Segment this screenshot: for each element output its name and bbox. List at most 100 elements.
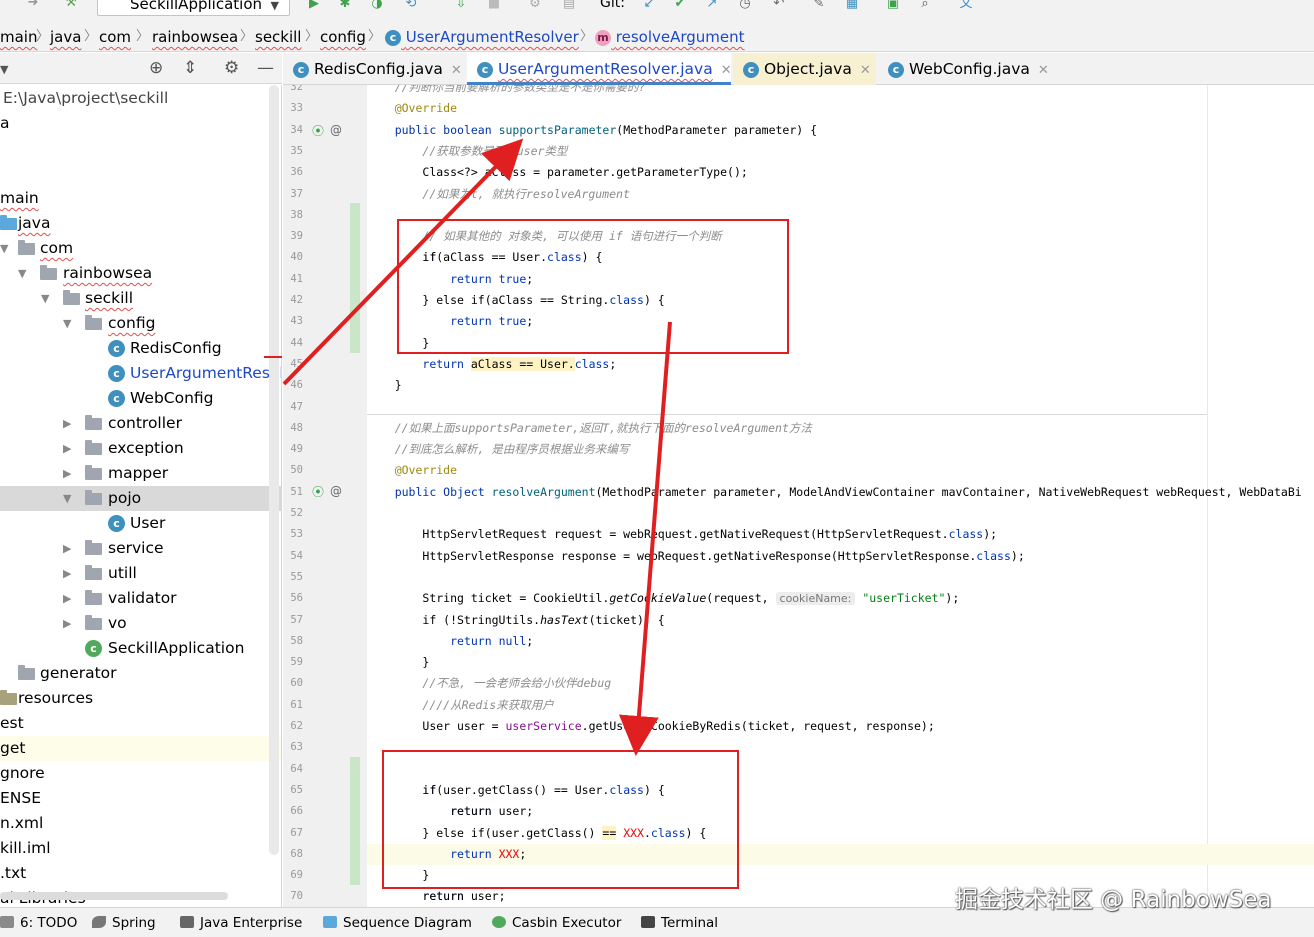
tree-item-mapper[interactable]: ▶ mapper xyxy=(0,461,281,486)
breadcrumb-class[interactable]: c UserArgumentResolver xyxy=(385,22,579,52)
chevron-right-icon[interactable]: ▶ xyxy=(63,586,75,611)
chevron-right-icon[interactable]: ▶ xyxy=(63,536,75,561)
tree-item-test[interactable]: est xyxy=(0,711,281,736)
code-line-36[interactable]: Class<?> aClass = parameter.getParameter… xyxy=(367,162,1314,183)
tab-redisconfig[interactable]: c RedisConfig.java ✕ xyxy=(283,53,463,85)
stop-icon[interactable]: ■ xyxy=(485,0,503,11)
code-line-45[interactable]: return aClass == User.class; xyxy=(367,354,1314,375)
annotation-icon[interactable]: @ xyxy=(330,123,342,137)
annotation-icon[interactable]: @ xyxy=(330,484,342,498)
tree-item-txt[interactable]: .txt xyxy=(0,861,281,886)
chevron-down-icon[interactable]: ▼ xyxy=(0,61,8,79)
tree-item-java[interactable]: java xyxy=(0,211,281,236)
chevron-right-icon[interactable]: ▶ xyxy=(63,461,75,486)
chevron-down-icon[interactable]: ▼ xyxy=(18,261,30,286)
tab-userargumentresolver[interactable]: c UserArgumentResolver.java ✕ xyxy=(467,53,732,85)
tool-sequence-diagram[interactable]: Sequence Diagram xyxy=(323,908,472,937)
run-icon[interactable]: ▶ xyxy=(305,0,323,11)
coverage-icon[interactable]: ◑ xyxy=(368,0,386,11)
profile-icon[interactable]: ⟲ xyxy=(402,0,420,11)
tool-casbin-executor[interactable]: Casbin Executor xyxy=(492,908,621,937)
breadcrumb-java[interactable]: java xyxy=(50,22,81,52)
close-icon[interactable]: ✕ xyxy=(721,63,732,78)
breadcrumb-com[interactable]: com xyxy=(99,22,131,52)
tree-item-generator[interactable]: generator xyxy=(0,661,281,686)
history-icon[interactable]: ◷ xyxy=(736,0,754,11)
build-hammer-icon[interactable]: ⚒ xyxy=(62,0,80,10)
breadcrumb-config[interactable]: config xyxy=(320,22,366,52)
tree-item-exception[interactable]: ▶ exception xyxy=(0,436,281,461)
wrench-icon[interactable]: ✎ xyxy=(810,0,828,11)
breadcrumb-method[interactable]: m resolveArgument xyxy=(595,22,745,52)
code-line-48[interactable]: //如果上面supportsParameter,返回T,就执行下面的resolv… xyxy=(367,418,1314,439)
code-line-61[interactable]: ////从Redis来获取用户 xyxy=(367,695,1314,716)
tool-terminal[interactable]: Terminal xyxy=(641,908,718,937)
code-line-58[interactable]: return null; xyxy=(367,631,1314,652)
chevron-right-icon[interactable]: ▶ xyxy=(63,436,75,461)
tree-item-pojo[interactable]: ▼ pojo xyxy=(0,486,281,511)
tree-item-main[interactable]: main xyxy=(0,186,281,211)
tree-item-validator[interactable]: ▶ validator xyxy=(0,586,281,611)
chevron-down-icon[interactable]: ▼ xyxy=(0,236,12,261)
tree-item-root-path[interactable]: E:\Java\project\seckill xyxy=(0,86,281,111)
tree-item-utill[interactable]: ▶ utill xyxy=(0,561,281,586)
translate-icon[interactable]: 文 xyxy=(957,0,975,11)
code-line-54[interactable]: HttpServletResponse response = webReques… xyxy=(367,546,1314,567)
chevron-right-icon[interactable]: ▶ xyxy=(63,611,75,636)
code-line-62[interactable]: User user = userService.getUserByCookieB… xyxy=(367,716,1314,737)
breadcrumb-seckill[interactable]: seckill xyxy=(255,22,301,52)
run-configuration-select[interactable]: SeckillApplication ▼ xyxy=(97,0,290,16)
code-line-49[interactable]: //到底怎么解析, 是由程序员根据业务来编写 xyxy=(367,439,1314,460)
chevron-down-icon[interactable]: ▼ xyxy=(41,286,53,311)
project-structure-icon[interactable]: ▦ xyxy=(843,0,861,11)
chevron-down-icon[interactable]: ▼ xyxy=(63,311,75,336)
tree-item-user[interactable]: c User xyxy=(0,511,281,536)
chevron-right-icon[interactable]: ▶ xyxy=(63,411,75,436)
arrow-right-icon[interactable]: ➜ xyxy=(24,0,42,10)
tree-item-com[interactable]: ▼ com xyxy=(0,236,281,261)
close-icon[interactable]: ✕ xyxy=(1038,63,1049,78)
code-line-51[interactable]: public Object resolveArgument(MethodPara… xyxy=(367,482,1314,503)
collapse-all-icon[interactable]: ⇕ xyxy=(183,59,197,77)
tree-item-service[interactable]: ▶ service xyxy=(0,536,281,561)
code-line-46[interactable]: } xyxy=(367,375,1314,396)
tree-item-license[interactable]: ENSE xyxy=(0,786,281,811)
code-line-57[interactable]: if (!StringUtils.hasText(ticket)) { xyxy=(367,610,1314,631)
tool-todo[interactable]: 6: TODO xyxy=(0,908,77,937)
tree-item-webconfig[interactable]: c WebConfig xyxy=(0,386,281,411)
tree-item-seckill[interactable]: ▼ seckill xyxy=(0,286,281,311)
tree-item-userargumentresolver[interactable]: c UserArgumentResolv xyxy=(0,361,281,386)
presentation-icon[interactable]: ▣ xyxy=(884,0,902,11)
code-line-33[interactable]: @Override xyxy=(367,98,1314,119)
implements-method-icon[interactable]: ⦿ xyxy=(312,485,324,499)
layout-icon[interactable]: ▤ xyxy=(560,0,578,11)
tree-item-controller[interactable]: ▶ controller xyxy=(0,411,281,436)
tree-item-pom[interactable]: n.xml xyxy=(0,811,281,836)
chevron-right-icon[interactable]: ▶ xyxy=(63,561,75,586)
close-icon[interactable]: ✕ xyxy=(860,63,871,78)
chevron-down-icon[interactable]: ▼ xyxy=(63,486,75,511)
gear-icon[interactable]: ⚙ xyxy=(224,59,239,77)
code-line-53[interactable]: HttpServletRequest request = webRequest.… xyxy=(367,524,1314,545)
rollback-icon[interactable]: ↶ xyxy=(770,0,788,11)
tab-object[interactable]: c Object.java ✕ xyxy=(733,53,876,85)
tree-item-gitignore[interactable]: gnore xyxy=(0,761,281,786)
attach-icon[interactable]: ⇩ xyxy=(452,0,470,11)
tree-item-vo[interactable]: ▶ vo xyxy=(0,611,281,636)
tab-webconfig[interactable]: c WebConfig.java ✕ xyxy=(878,53,1049,85)
git-commit-icon[interactable]: ✔ xyxy=(671,0,689,11)
code-line-59[interactable]: } xyxy=(367,652,1314,673)
code-line-50[interactable]: @Override xyxy=(367,460,1314,481)
minimize-icon[interactable]: — xyxy=(257,59,274,77)
editor-gutter[interactable]: 32 33 34 35 36 37 38 39 40 41 42 43 44 45 46 47 48 49 50 51… xyxy=(283,85,367,907)
debug-icon[interactable]: ✱ xyxy=(336,0,354,11)
close-icon[interactable]: ✕ xyxy=(451,63,462,78)
git-update-icon[interactable]: ↙ xyxy=(640,0,658,11)
tree-item-seckillapplication[interactable]: c SeckillApplication xyxy=(0,636,281,661)
locate-icon[interactable]: ⊕ xyxy=(149,59,163,77)
tree-item-config[interactable]: ▼ config xyxy=(0,311,281,336)
tree-horizontal-scrollbar[interactable] xyxy=(0,892,228,900)
git-push-icon[interactable]: ↗ xyxy=(703,0,721,11)
code-line-56[interactable]: String ticket = CookieUtil.getCookieValu… xyxy=(367,588,1314,609)
tree-item-a[interactable]: a xyxy=(0,111,281,136)
